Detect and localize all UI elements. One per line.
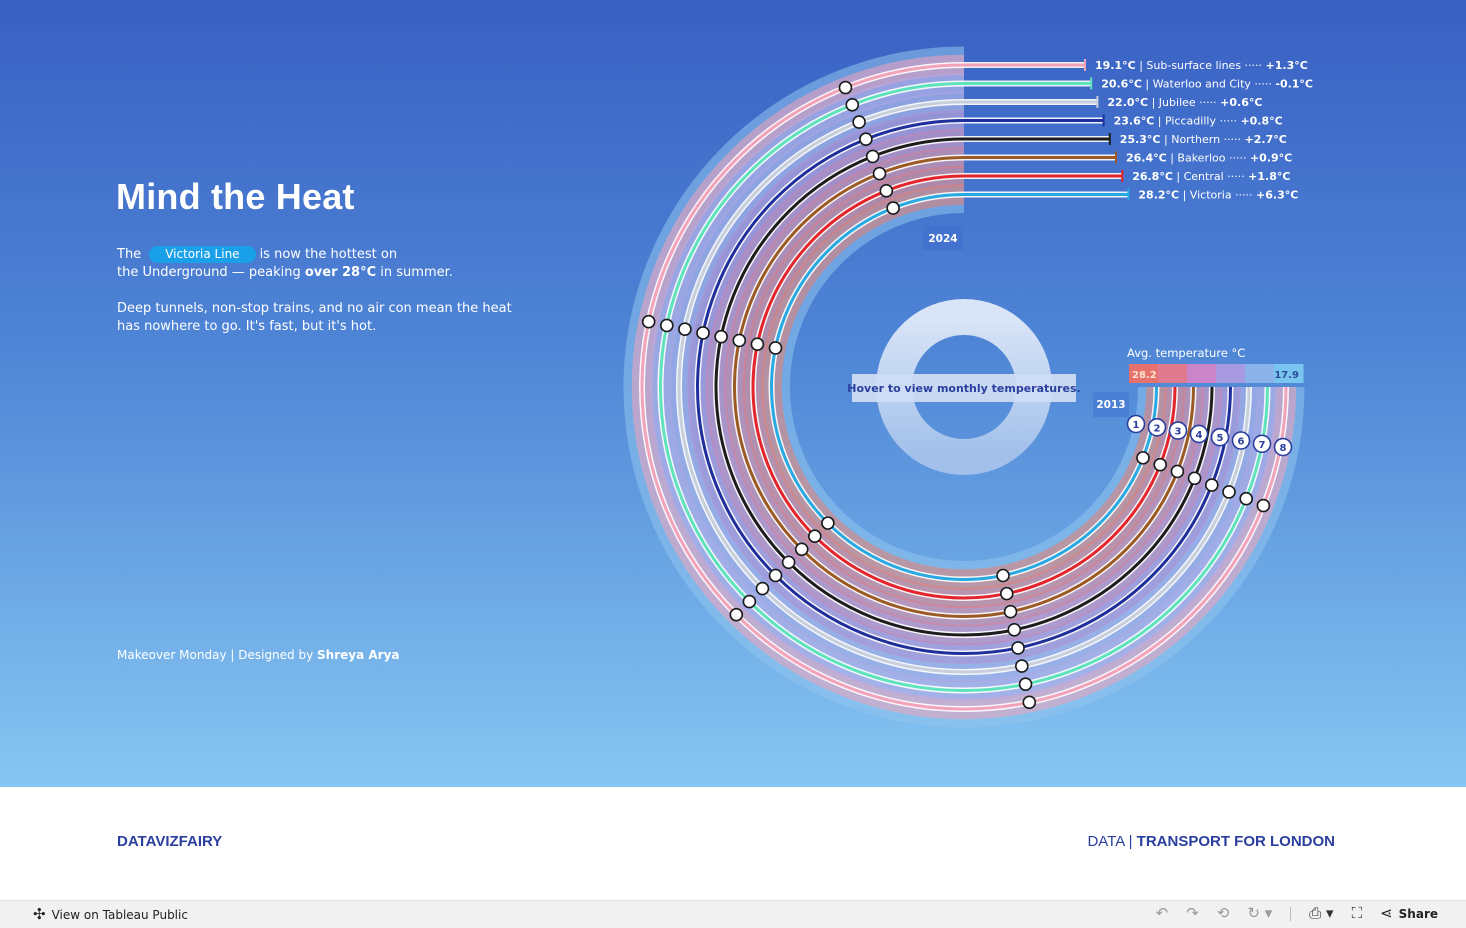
legend-min: 17.9	[1274, 370, 1299, 381]
share-label: Share	[1398, 906, 1438, 921]
station-dot	[1003, 604, 1018, 619]
series-label: 25.3°C | Northern ····· +2.7°C	[1120, 133, 1287, 146]
station-dot	[1222, 485, 1236, 499]
station-dot	[1011, 641, 1025, 655]
tableau-toolbar: ✣ View on Tableau Public ↶ ↷ ⟲ ↻ ▾ ⎙ ▾ ⛶…	[0, 900, 1466, 928]
download-icon[interactable]: ⎙ ▾	[1309, 905, 1333, 922]
color-legend: Avg. temperature °C 28.2 17.9	[1127, 346, 1304, 383]
forward-icon[interactable]: ↻ ▾	[1247, 905, 1272, 922]
footer: DATAVIZFAIRY DATA | TRANSPORT FOR LONDON	[0, 787, 1466, 900]
station-dot	[696, 326, 710, 340]
source-pre: DATA	[1087, 833, 1125, 850]
station-dot	[1007, 623, 1022, 637]
center-hint: Hover to view monthly temperatures.	[847, 382, 1080, 395]
legend-swatch	[1158, 364, 1188, 383]
series-label: 26.4°C | Bakerloo ····· +0.9°C	[1126, 152, 1292, 165]
station-dot	[742, 594, 757, 609]
year-start-tag: 2013	[1093, 392, 1129, 417]
station-dot	[755, 581, 770, 596]
undo-icon[interactable]: ↶	[1156, 905, 1169, 922]
start-year: 2013	[1096, 399, 1125, 411]
station-dot	[852, 115, 866, 129]
station-dot	[641, 314, 656, 329]
station-dot	[729, 607, 744, 622]
station-dot	[1014, 659, 1029, 673]
station-dot	[768, 341, 783, 355]
radial-chart[interactable]: Hover to view monthly temperatures. 19.1…	[0, 0, 1466, 787]
revert-icon[interactable]: ⟲	[1217, 905, 1230, 922]
legend-swatch	[1187, 364, 1217, 383]
rank-number: 4	[1196, 430, 1203, 441]
station-dot	[872, 166, 887, 181]
station-dot	[1170, 464, 1185, 479]
legend-max: 28.2	[1132, 370, 1157, 381]
station-dot	[1239, 491, 1253, 506]
end-year: 2024	[928, 233, 957, 245]
rank-number: 3	[1175, 427, 1182, 438]
rank-number: 7	[1259, 440, 1266, 451]
station-dot	[865, 149, 880, 164]
source-sep: |	[1128, 833, 1133, 850]
viz-canvas: Mind the Heat The Victoria Line is now the…	[0, 0, 1466, 787]
station-dot	[1256, 498, 1271, 513]
rank-number: 6	[1238, 437, 1245, 448]
station-dot	[838, 80, 853, 95]
legend-title: Avg. temperature °C	[1127, 346, 1245, 360]
station-dot	[794, 542, 809, 557]
share-button[interactable]: ⋖ Share	[1380, 905, 1438, 922]
series-label: 22.0°C | Jubilee ····· +0.6°C	[1107, 96, 1262, 109]
station-dot	[750, 337, 765, 352]
series-label: 19.1°C | Sub-surface lines ····· +1.3°C	[1095, 59, 1308, 72]
station-dot	[1187, 471, 1202, 486]
toolbar-divider	[1290, 906, 1292, 921]
data-source: DATA | TRANSPORT FOR LONDON	[1087, 833, 1335, 850]
station-dot	[1018, 677, 1033, 691]
series-label: 28.2°C | Victoria ····· +6.3°C	[1138, 189, 1298, 202]
station-dot	[821, 516, 835, 530]
share-icon: ⋖	[1380, 904, 1393, 922]
station-dot	[660, 318, 674, 333]
year-end-tag: 2024	[923, 226, 963, 250]
rank-number: 2	[1154, 423, 1161, 434]
view-on-tableau-button[interactable]: ✣ View on Tableau Public	[33, 906, 188, 923]
series-label: 26.8°C | Central ····· +1.8°C	[1132, 170, 1290, 183]
series-label: 20.6°C | Waterloo and City ····· -0.1°C	[1101, 78, 1313, 91]
station-dot	[714, 329, 728, 344]
station-dot	[1136, 451, 1150, 465]
station-dot	[886, 201, 900, 215]
station-dot	[879, 184, 894, 198]
legend-swatch	[1245, 364, 1275, 383]
series-label: 23.6°C | Piccadilly ····· +0.8°C	[1114, 115, 1283, 128]
station-dot	[1022, 695, 1037, 710]
station-dot	[1153, 457, 1167, 472]
roundel-logo[interactable]: Hover to view monthly temperatures.	[847, 299, 1081, 475]
redo-icon[interactable]: ↷	[1186, 905, 1199, 922]
rank-number: 5	[1217, 433, 1224, 444]
view-on-tableau-label: View on Tableau Public	[51, 907, 188, 922]
rank-number: 1	[1133, 420, 1140, 431]
station-dot	[859, 132, 873, 147]
station-dot	[845, 98, 860, 112]
station-dot	[996, 568, 1010, 583]
brand-name[interactable]: DATAVIZFAIRY	[117, 833, 222, 850]
tableau-logo-icon: ✣	[33, 905, 46, 923]
source-name: TRANSPORT FOR LONDON	[1136, 833, 1335, 850]
fullscreen-icon[interactable]: ⛶	[1352, 905, 1363, 922]
station-dot	[1204, 478, 1219, 492]
station-dot	[808, 529, 822, 543]
station-dot	[678, 322, 692, 337]
toolbar-actions: ↶ ↷ ⟲ ↻ ▾ ⎙ ▾ ⛶ ⋖ Share	[1156, 905, 1438, 922]
station-dot	[768, 568, 783, 583]
station-dot	[732, 333, 747, 348]
legend-swatch	[1216, 364, 1246, 383]
station-dot	[999, 586, 1014, 601]
station-dot	[781, 555, 796, 570]
rank-number: 8	[1280, 443, 1287, 454]
